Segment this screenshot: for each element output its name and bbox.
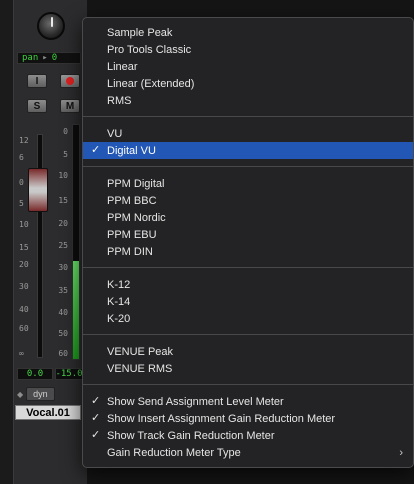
meter-scale-label: 10 [58,171,68,180]
dyn-button[interactable]: dyn [26,387,55,401]
meter-scale-label: 40 [58,308,68,317]
menu-item-label: Show Insert Assignment Gain Reduction Me… [107,412,336,425]
menu-item-label: K-20 [107,312,131,325]
meter-fill [73,260,79,359]
menu-item-digital-vu[interactable]: ✓ Digital VU [83,142,413,159]
pan-arrow-icon: ▸ [42,53,48,63]
checkmark-icon: ✓ [91,412,101,424]
menu-item-vu[interactable]: VU [83,125,413,142]
menu-item-label: VENUE Peak [107,345,174,358]
menu-item-show-track-gain-reduction-meter[interactable]: ✓ Show Track Gain Reduction Meter [83,427,413,444]
menu-item-ppm-ebu[interactable]: PPM EBU [83,226,413,243]
peak-readout[interactable]: -15.0 [55,368,83,380]
pan-knob[interactable] [37,12,65,40]
fader-scale-label: 20 [19,260,29,269]
menu-item-label: Show Track Gain Reduction Meter [107,429,275,442]
dyn-arrows-icon[interactable]: ◆ [17,390,23,399]
meter-scale-label: 50 [58,329,68,338]
solo-button[interactable]: S [27,99,47,113]
meter-scale-label: 20 [58,219,68,228]
menu-item-pro-tools-classic[interactable]: Pro Tools Classic [83,41,413,58]
checkmark-icon: ✓ [91,429,101,441]
submenu-chevron-icon: › [399,446,403,459]
record-enable-button[interactable] [60,74,80,88]
level-meter[interactable] [72,124,80,360]
menu-item-label: PPM EBU [107,228,157,241]
volume-fader[interactable] [28,168,48,212]
meter-scale-label: 60 [58,349,68,358]
pan-label: pan [22,53,39,63]
knob-pointer [51,17,53,27]
menu-item-venue-peak[interactable]: VENUE Peak [83,343,413,360]
checkmark-icon: ✓ [91,144,101,156]
menu-separator [83,166,413,167]
menu-separator [83,116,413,117]
fader-scale-label: 10 [19,220,29,229]
fader-scale-label: 30 [19,282,29,291]
fader-scale-label: ∞ [19,349,24,358]
menu-item-gain-reduction-meter-type[interactable]: Gain Reduction Meter Type › [83,444,413,461]
menu-item-venue-rms[interactable]: VENUE RMS [83,360,413,377]
mute-button[interactable]: M [60,99,80,113]
menu-item-rms[interactable]: RMS [83,92,413,109]
meter-scale-label: 35 [58,286,68,295]
meter-type-menu: Sample Peak Pro Tools Classic Linear Linear… [82,17,414,468]
record-dot-icon [66,77,74,85]
menu-item-k-14[interactable]: K-14 [83,293,413,310]
fader-scale-label: 6 [19,153,24,162]
fader-scale-label: 5 [19,199,24,208]
pan-display[interactable]: pan ▸ 0 [17,52,81,64]
menu-item-label: K-14 [107,295,131,308]
meter-scale-label: 30 [58,263,68,272]
menu-item-label: PPM Digital [107,177,165,190]
menu-item-label: PPM BBC [107,194,157,207]
menu-item-label: PPM DIN [107,245,153,258]
fader-scale-label: 15 [19,243,29,252]
menu-separator [83,384,413,385]
menu-item-label: Pro Tools Classic [107,43,192,56]
input-monitor-button[interactable]: I [27,74,47,88]
menu-item-label: K-12 [107,278,131,291]
menu-item-label: VU [107,127,123,140]
fader-scale-label: 60 [19,324,29,333]
menu-item-label: Linear [107,60,138,73]
menu-item-sample-peak[interactable]: Sample Peak [83,24,413,41]
menu-item-k-12[interactable]: K-12 [83,276,413,293]
meter-scale-label: 25 [58,241,68,250]
menu-item-k-20[interactable]: K-20 [83,310,413,327]
meter-scale-label: 15 [58,196,68,205]
menu-item-label: PPM Nordic [107,211,166,224]
track-name[interactable]: Vocal.01 [15,405,81,420]
checkmark-icon: ✓ [91,395,101,407]
menu-item-show-insert-assignment-gain-reduction-meter[interactable]: ✓ Show Insert Assignment Gain Reduction M… [83,410,413,427]
menu-item-ppm-din[interactable]: PPM DIN [83,243,413,260]
fader-scale-label: 0 [19,178,24,187]
volume-readout[interactable]: 0.0 [17,368,53,380]
menu-separator [83,267,413,268]
menu-item-ppm-nordic[interactable]: PPM Nordic [83,209,413,226]
meter-scale-label: 5 [63,150,68,159]
menu-item-label: Digital VU [107,144,156,157]
menu-separator [83,334,413,335]
menu-item-label: RMS [107,94,132,107]
meter-scale-label: 0 [63,127,68,136]
pan-value: 0 [51,53,58,63]
fader-scale-label: 12 [19,136,29,145]
dyn-row: ◆ dyn [17,387,55,401]
menu-item-linear[interactable]: Linear [83,58,413,75]
menu-item-ppm-bbc[interactable]: PPM BBC [83,192,413,209]
menu-item-show-send-assignment-level-meter[interactable]: ✓ Show Send Assignment Level Meter [83,393,413,410]
menu-item-linear-extended[interactable]: Linear (Extended) [83,75,413,92]
menu-item-label: Show Send Assignment Level Meter [107,395,284,408]
fader-scale-label: 40 [19,305,29,314]
menu-item-label: VENUE RMS [107,362,173,375]
menu-item-label: Linear (Extended) [107,77,195,90]
menu-item-label: Gain Reduction Meter Type [107,446,241,459]
menu-item-label: Sample Peak [107,26,173,39]
menu-item-ppm-digital[interactable]: PPM Digital [83,175,413,192]
